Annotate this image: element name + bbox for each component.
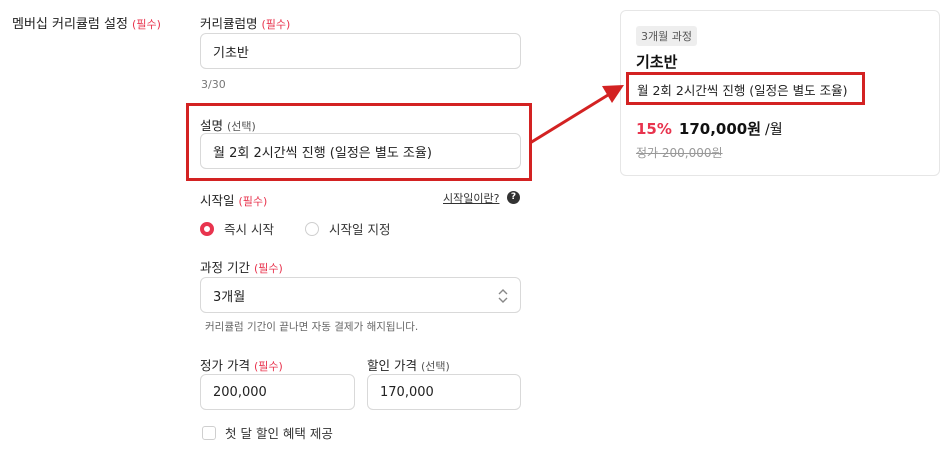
description-input[interactable]: 월 2회 2시간씩 진행 (일정은 별도 조율)	[200, 133, 521, 169]
curriculum-name-label: 커리큘럼명 (필수)	[200, 16, 291, 31]
radio-immediate-dot[interactable]	[200, 221, 214, 236]
question-icon[interactable]: ?	[507, 191, 520, 204]
section-title: 멤버십 커리큘럼 설정 (필수)	[12, 17, 161, 32]
course-period-label: 과정 기간 (필수)	[200, 260, 283, 275]
first-month-option[interactable]: 첫 달 할인 혜택 제공	[202, 423, 333, 442]
preview-badge: 3개월 과정	[636, 26, 697, 46]
radio-specify-dot[interactable]	[305, 221, 319, 236]
arrow-icon	[529, 85, 624, 145]
preview-price: 170,000원	[678, 120, 762, 138]
preview-discount-rate: 15%	[636, 120, 672, 138]
preview-description: 월 2회 2시간씩 진행 (일정은 별도 조율)	[637, 83, 848, 98]
description-label: 설명 (선택)	[200, 118, 256, 133]
curriculum-name-input[interactable]: 기초반	[200, 33, 521, 69]
regular-price-input[interactable]: 200,000	[200, 374, 355, 410]
curriculum-name-counter: 3/30	[201, 78, 226, 91]
radio-specify-date[interactable]: 시작일 지정	[305, 219, 390, 238]
start-date-help-link[interactable]: 시작일이란?	[443, 190, 499, 206]
regular-price-label: 정가 가격 (필수)	[200, 358, 283, 373]
preview-per: /월	[765, 122, 783, 138]
course-period-hint: 커리큘럼 기간이 끝나면 자동 결제가 해지됩니다.	[205, 321, 419, 333]
preview-price-row: 15% 170,000원 /월	[636, 118, 783, 139]
chevron-updown-icon	[498, 289, 508, 303]
discount-price-label: 할인 가격 (선택)	[367, 358, 450, 373]
first-month-checkbox[interactable]	[202, 425, 216, 440]
course-period-select[interactable]: 3개월	[200, 277, 521, 313]
preview-title: 기초반	[636, 53, 678, 71]
start-date-label: 시작일 (필수)	[200, 193, 268, 208]
discount-price-input[interactable]: 170,000	[367, 374, 521, 410]
preview-original-price: 정가 200,000원	[636, 146, 723, 160]
radio-immediate[interactable]: 즉시 시작	[200, 219, 274, 238]
